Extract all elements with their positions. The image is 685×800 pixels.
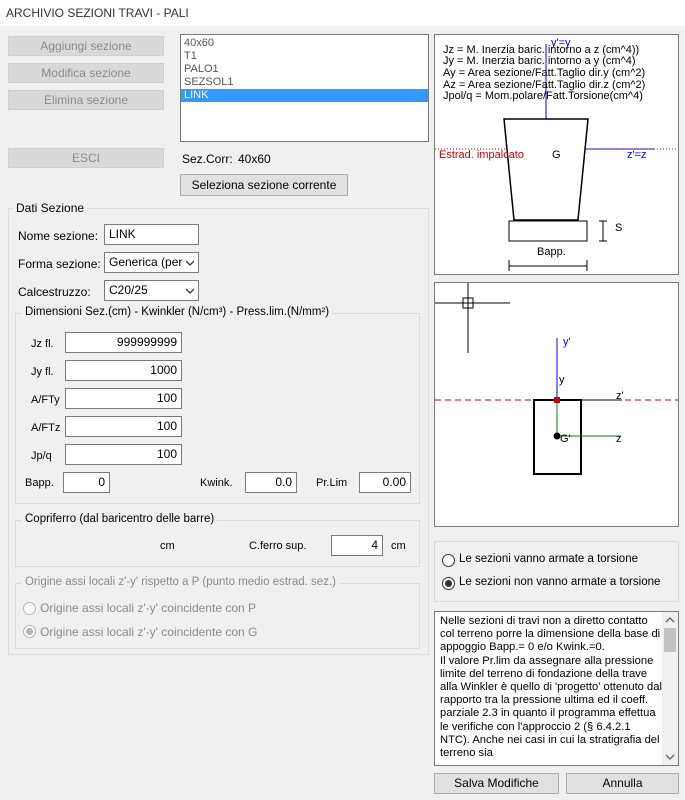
origine-p-label: Origine assi locali z'-y' coincidente co… <box>40 601 257 615</box>
concrete-select-value: C20/25 <box>109 283 148 297</box>
title-bar: ARCHIVIO SEZIONI TRAVI - PALI <box>0 0 685 26</box>
kwink-label: Kwink. <box>200 477 233 489</box>
shape-select-value: Generica (per <box>109 255 183 269</box>
section-zprime-label: z' <box>616 390 624 402</box>
current-section-value: 40x60 <box>238 152 271 166</box>
edit-section-button[interactable]: Modifica sezione <box>8 63 164 83</box>
list-item[interactable]: T1 <box>181 50 428 63</box>
notes-textbox[interactable]: Nelle sezioni di travi non a diretto con… <box>434 611 679 766</box>
trapezoid-section <box>503 118 589 221</box>
jpq-field[interactable]: 100 <box>65 444 182 465</box>
estrad-label: Estrad. impalcato <box>439 149 524 161</box>
jz-field[interactable]: 999999999 <box>65 332 182 353</box>
copriferro-cm-label: cm <box>160 540 175 552</box>
jy-field[interactable]: 1000 <box>65 360 182 381</box>
name-label: Nome sezione: <box>18 229 99 243</box>
origine-g-radio[interactable] <box>23 625 36 638</box>
bapp-label: Bapp. <box>25 477 54 489</box>
origine-title: Origine assi locali z'-y' rispetto a P (… <box>22 576 339 588</box>
copriferro-title: Copriferro (dal baricentro delle barre) <box>22 513 218 525</box>
save-changes-button[interactable]: Salva Modifiche <box>434 773 559 794</box>
torsion-group <box>434 541 679 602</box>
add-section-button[interactable]: Aggiungi sezione <box>8 36 164 56</box>
section-list[interactable]: 40x60 T1 PALO1 SEZSOL1 LINK <box>180 34 429 142</box>
window-title: ARCHIVIO SEZIONI TRAVI - PALI <box>6 6 189 20</box>
crosshair-icon <box>435 283 510 353</box>
delete-section-button[interactable]: Elimina sezione <box>8 90 164 110</box>
section-g-label: G' <box>560 433 571 445</box>
torsion-no-radio[interactable] <box>442 577 455 590</box>
torsion-yes-radio[interactable] <box>442 554 455 567</box>
concrete-label: Calcestruzzo: <box>18 285 91 299</box>
concrete-select[interactable]: C20/25 <box>104 280 199 301</box>
current-section-label: Sez.Corr: <box>182 152 233 166</box>
notes-scrollbar[interactable] <box>662 612 678 765</box>
legend-line-5: Jpol/q = Mom.polare/Fatt.Torsione(cm^4) <box>443 90 643 102</box>
scroll-up-icon <box>665 617 675 623</box>
dati-sezione-title: Dati Sezione <box>13 201 88 215</box>
select-current-section-button[interactable]: Seleziona sezione corrente <box>180 174 348 196</box>
aftz-label: A/FTz <box>31 422 61 434</box>
list-item[interactable]: SEZSOL1 <box>181 76 428 89</box>
origine-group <box>15 583 420 649</box>
prlim-field[interactable]: 0.00 <box>359 472 411 493</box>
notes-text: Nelle sezioni di travi non a diretto con… <box>440 615 662 760</box>
afty-field[interactable]: 100 <box>65 388 182 409</box>
cferro-unit: cm <box>391 540 406 552</box>
section-y-label: y <box>559 374 565 386</box>
list-item[interactable]: 40x60 <box>181 37 428 50</box>
list-item[interactable]: PALO1 <box>181 63 428 76</box>
legend-g-label: G <box>552 149 561 161</box>
origine-g-label: Origine assi locali z'-y' coincidente co… <box>40 625 258 639</box>
legend-zaxis-label: z'=z <box>627 149 647 161</box>
section-yprime-label: y' <box>563 336 571 348</box>
kwink-field[interactable]: 0.0 <box>245 472 297 493</box>
legend-line-3: Ay = Area sezione/Fatt.Taglio dir.y (cm^… <box>443 67 646 79</box>
legend-bapp-label: Bapp. <box>537 246 566 258</box>
base-rect <box>508 220 588 242</box>
jpq-label: Jp/q <box>31 450 52 462</box>
section-z-label: z <box>616 433 622 445</box>
aftz-field[interactable]: 100 <box>65 416 182 437</box>
prlim-label: Pr.Lim <box>316 477 348 489</box>
afty-label: A/FTy <box>31 394 60 406</box>
shape-label: Forma sezione: <box>18 257 101 271</box>
chevron-down-icon <box>186 260 194 266</box>
cferro-label: C.ferro sup. <box>249 540 307 552</box>
dimensions-title: Dimensioni Sez.(cm) - Kwinkler (N/cm³) -… <box>22 306 333 318</box>
origine-p-radio[interactable] <box>23 602 36 615</box>
cancel-button[interactable]: Annulla <box>566 773 679 794</box>
shape-select[interactable]: Generica (per <box>104 252 199 273</box>
jz-label: Jz fl. <box>31 338 54 350</box>
torsion-no-label: Le sezioni non vanno armate a torsione <box>459 576 661 588</box>
legend-s-label: S <box>615 222 623 234</box>
jy-label: Jy fl. <box>31 366 54 378</box>
p-point <box>554 397 560 403</box>
torsion-yes-label: Le sezioni vanno armate a torsione <box>459 553 638 565</box>
legend-line-2: Jy = M. Inerzia baric. intorno a y (cm^4… <box>443 55 636 67</box>
section-drawing-panel: y' y z' z G' <box>434 282 679 527</box>
name-field[interactable]: LINK <box>104 224 199 245</box>
exit-button[interactable]: ESCI <box>8 148 164 168</box>
chevron-down-icon <box>186 288 194 294</box>
section-drawing <box>435 283 678 475</box>
bapp-field[interactable]: 0 <box>63 472 110 493</box>
list-item-selected[interactable]: LINK <box>181 89 428 102</box>
scroll-thumb <box>664 628 676 652</box>
cferro-field[interactable]: 4 <box>331 535 383 556</box>
scroll-down-icon <box>665 754 675 760</box>
legend-diagram-panel: y'=y Jz = M. Inerzia baric. intorno a z … <box>434 34 679 275</box>
